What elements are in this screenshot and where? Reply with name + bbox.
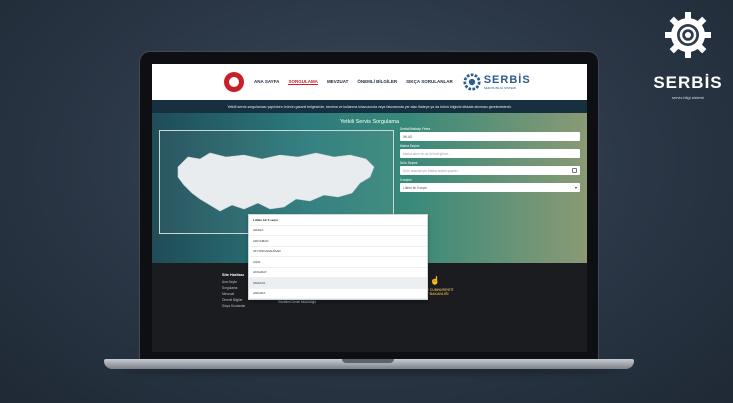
main-nav: ANA SAYFA SORGULAMA MEVZUAT ÖNEMLİ BİLGİ… — [254, 79, 453, 85]
footer-link[interactable]: Ana Sayfa — [222, 280, 245, 284]
company-input[interactable]: IHLAS — [400, 132, 580, 141]
province-label: İl seçimi — [400, 178, 412, 182]
province-selected: Lütfen bir il seçin — [403, 185, 427, 190]
nav-faq[interactable]: SIKÇA SORULANLAR — [406, 79, 453, 85]
footer-link[interactable]: Sorgulama — [222, 286, 245, 290]
footer-link[interactable]: Sıkça Sorulanlar — [222, 304, 245, 308]
chevron-down-icon: ▾ — [574, 185, 577, 190]
nav-query[interactable]: SORGULAMA — [288, 79, 318, 85]
serbis-site-subtitle: SERVİS BİLGİ SİSTEMİ — [483, 86, 516, 90]
brand-label: Marka Seçimi — [400, 144, 420, 148]
product-placeholder: Ürün aramak için Marka seçimi yapınız — [403, 168, 458, 173]
province-select[interactable]: Lütfen bir il seçin ▾ — [400, 183, 580, 192]
company-label: Üretici/İthalatçı Firma — [400, 127, 431, 131]
footer-link[interactable]: Mevzuat — [222, 292, 245, 296]
republic-emblem-icon — [224, 72, 244, 92]
serbis-site-title: SERBİS — [483, 74, 531, 86]
product-input[interactable]: Ürün aramak için Marka seçimi yapınız — [400, 166, 580, 175]
province-dropdown: Lütfen bir il seçin ADANA ADIYAMAN AFYON… — [248, 214, 428, 300]
query-title: Yetkili Servis Sorgulama — [339, 119, 400, 125]
site-header: ANA SAYFA SORGULAMA MEVZUAT ÖNEMLİ BİLGİ… — [152, 64, 587, 100]
province-option[interactable]: ADIYAMAN — [249, 236, 427, 247]
gear-logo-icon — [665, 12, 711, 58]
brand-tagline: servis bilgi sistemi — [671, 95, 705, 100]
footer-link[interactable]: Önemli Bilgiler — [222, 298, 245, 302]
turkey-map[interactable] — [174, 149, 379, 217]
notice-bar: Yetkili servis sorgulaması yapılırken ür… — [152, 100, 587, 113]
province-option[interactable]: AFYONKARAHİSAR — [249, 247, 427, 257]
province-option[interactable]: Lütfen bir il seçin — [249, 215, 427, 226]
product-label: Ürün Seçimi — [400, 161, 418, 165]
query-form: Üretici/İthalatçı Firma IHLAS Marka Seçi… — [400, 127, 580, 195]
laptop-notch — [342, 359, 394, 363]
province-option-hovered[interactable]: AMASYA — [249, 278, 427, 289]
nav-legislation[interactable]: MEVZUAT — [327, 79, 348, 85]
hand-cursor-icon: ☝ — [430, 276, 440, 285]
footer-sitemap: Site Haritası Ana Sayfa Sorgulama Mevzua… — [222, 273, 245, 310]
serbis-gear-icon — [463, 73, 481, 91]
footer-sitemap-head: Site Haritası — [222, 273, 244, 277]
laptop-screen: ANA SAYFA SORGULAMA MEVZUAT ÖNEMLİ BİLGİ… — [152, 64, 587, 352]
brand-name: SERBİS — [653, 73, 723, 92]
province-option[interactable]: AKSARAY — [249, 268, 427, 278]
province-option[interactable]: ADANA — [249, 226, 427, 236]
province-option[interactable]: AĞRI — [249, 257, 427, 268]
calendar-icon[interactable] — [572, 168, 577, 173]
province-option[interactable]: ANKARA — [249, 289, 427, 299]
nav-home[interactable]: ANA SAYFA — [254, 79, 279, 85]
brand-input[interactable]: Marka adını en az iki harf giriniz... — [400, 149, 580, 158]
serbis-site-logo[interactable]: SERBİS SERVİS BİLGİ SİSTEMİ — [463, 73, 531, 91]
nav-important-info[interactable]: ÖNEMLİ BİLGİLER — [357, 79, 397, 85]
serbis-brand: SERBİS servis bilgi sistemi — [648, 10, 728, 100]
